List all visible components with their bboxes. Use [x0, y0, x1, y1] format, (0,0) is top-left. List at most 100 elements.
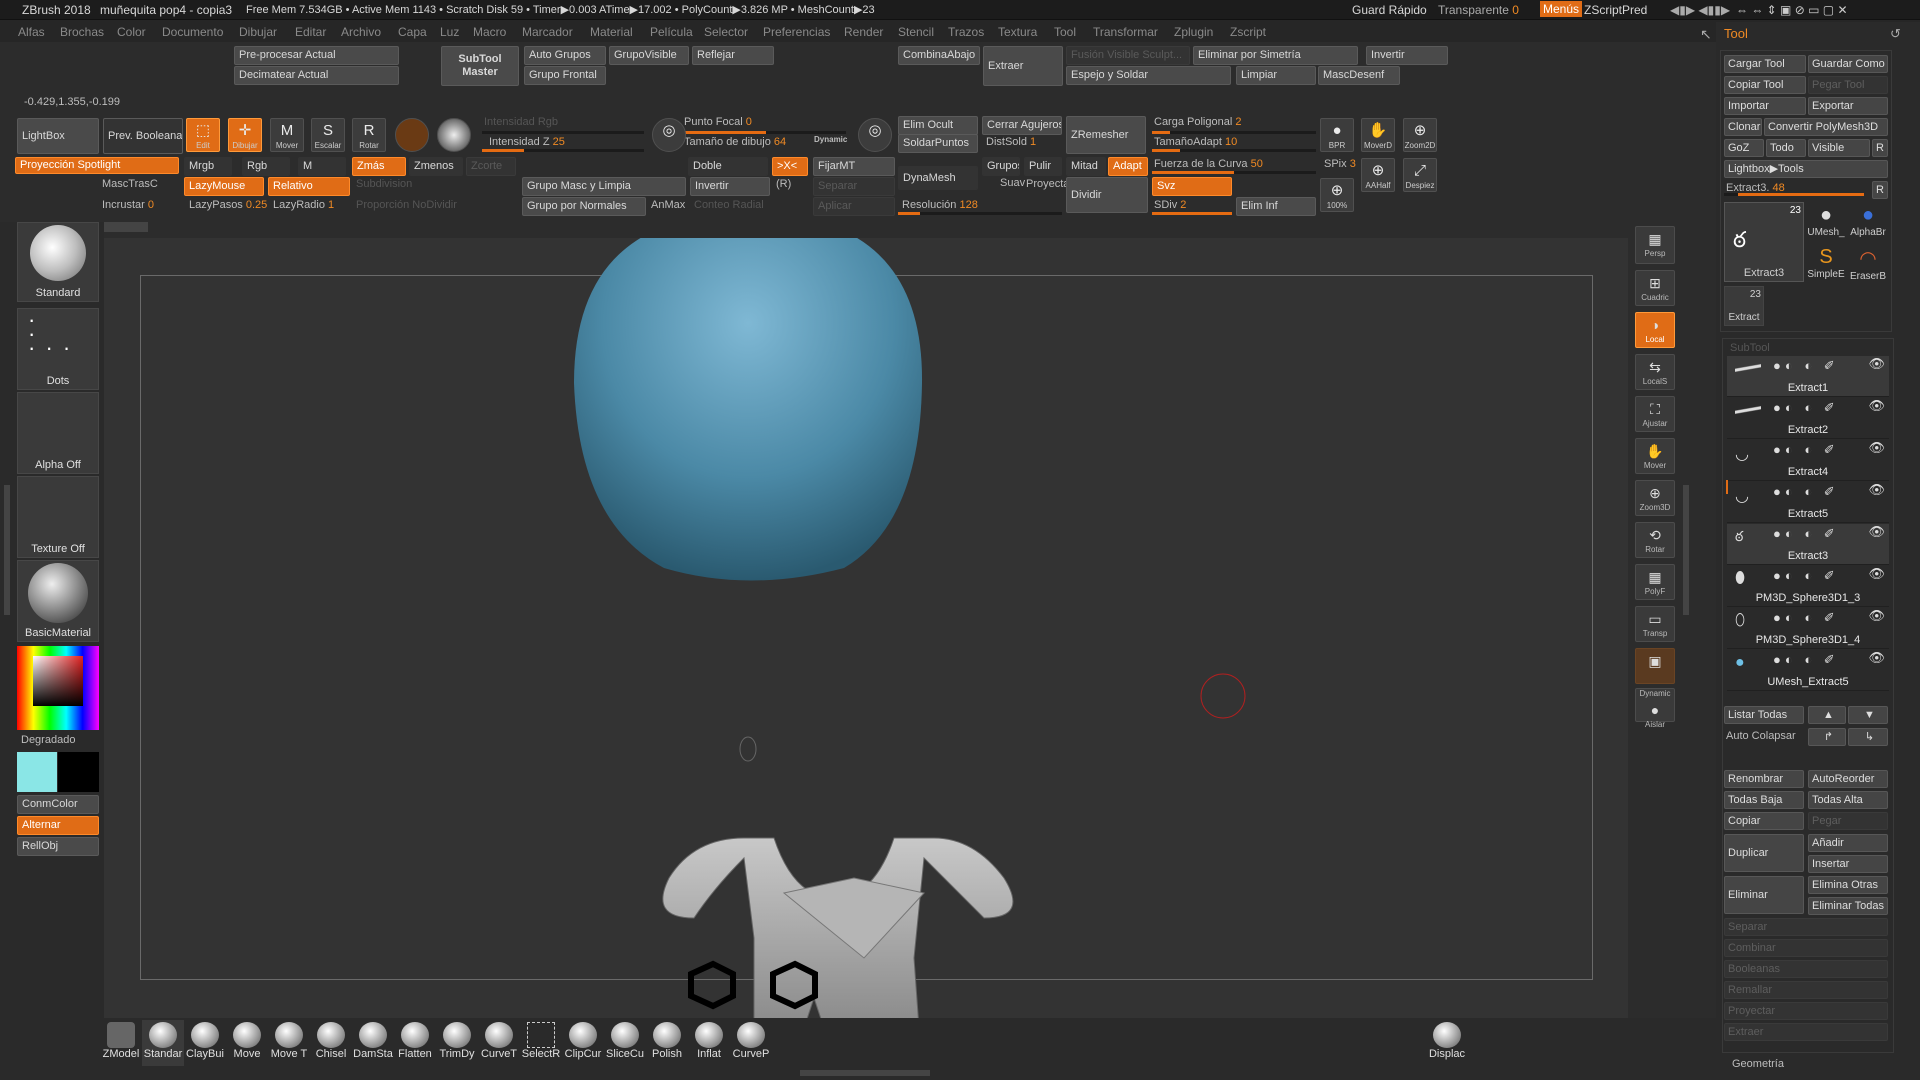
half-toggle[interactable]: Mitad — [1066, 157, 1106, 176]
color-picker-hue[interactable] — [17, 646, 99, 730]
dist-weld-label[interactable]: DistSold 1 — [986, 136, 1036, 148]
insert-button[interactable]: Insertar — [1808, 855, 1888, 873]
rgb-intensity-slider[interactable] — [482, 116, 644, 134]
persp-button[interactable]: ▦ Persp — [1635, 226, 1675, 264]
goz-r-button[interactable]: R — [1872, 139, 1888, 157]
menu-item-document[interactable]: Documento — [162, 25, 223, 39]
lazyradius-label[interactable]: LazyRadio 1 — [273, 199, 334, 211]
subtool-item[interactable]: ◡ ●◐ ◐ ✐ 👁 Extract5 — [1727, 482, 1889, 523]
subtool-master-button[interactable]: SubTool Master — [441, 46, 519, 86]
poly-load-slider[interactable] — [1152, 116, 1316, 134]
menu-item-picker[interactable]: Selector — [704, 25, 748, 39]
local-button[interactable]: ◑ Local — [1635, 312, 1675, 348]
zoom2d-button[interactable]: ⊕ Zoom2D — [1403, 118, 1437, 152]
hide-occluded-button[interactable]: Elim Ocult — [898, 116, 978, 135]
boolean-menu[interactable]: Booleanas — [1724, 960, 1888, 978]
subtool-item[interactable]: ●◐ ◐ ✐ 👁 Extract1 — [1727, 356, 1889, 397]
subtool-toggles[interactable]: ●◐ ◐ ✐ — [1773, 526, 1839, 542]
transparency-button[interactable]: ▭ Transp — [1635, 606, 1675, 642]
brush-chisel[interactable]: Chisel — [310, 1020, 352, 1066]
menus-button[interactable]: Menús — [1540, 1, 1583, 17]
local-symmetry-button[interactable]: ⇆ LocalS — [1635, 354, 1675, 390]
subtool-item[interactable]: ●◐ ◐ ✐ 👁 Extract2 — [1727, 398, 1889, 439]
duplicate-button[interactable]: Duplicar — [1724, 834, 1804, 872]
menu-item-zscript[interactable]: Zscript — [1230, 25, 1266, 39]
menu-item-preferences[interactable]: Preferencias — [763, 25, 830, 39]
subtool-header[interactable]: SubTool — [1730, 342, 1770, 354]
zremesher-button[interactable]: ZRemesher — [1066, 116, 1146, 154]
material-thumbnail[interactable]: BasicMaterial — [17, 560, 99, 642]
tool-thumb-simplebrush[interactable]: S SimpleE — [1806, 246, 1846, 286]
ghost-button[interactable]: ▣ — [1635, 648, 1675, 684]
x-symmetry-toggle[interactable]: >X< — [772, 157, 808, 176]
save-as-button[interactable]: Guardar Como — [1808, 55, 1888, 73]
subtool-toggles[interactable]: ●◐ ◐ ✐ — [1773, 568, 1839, 584]
eye-icon[interactable]: 👁 — [1868, 482, 1885, 498]
subtool-item[interactable]: ◡ ●◐ ◐ ✐ 👁 Extract4 — [1727, 440, 1889, 481]
eye-icon[interactable]: 👁 — [1868, 566, 1885, 582]
menu-item-movie[interactable]: Película — [650, 25, 693, 39]
brush-slicecurve[interactable]: SliceCu — [604, 1020, 646, 1066]
brush-trimdynamic[interactable]: TrimDy — [436, 1020, 478, 1066]
lazymouse-toggle[interactable]: LazyMouse — [184, 177, 264, 196]
import-button[interactable]: Importar — [1724, 97, 1806, 115]
zsub-toggle[interactable]: Zmenos — [409, 157, 463, 176]
adapt-toggle[interactable]: Adapt — [1108, 157, 1148, 176]
left-tray-scroll[interactable] — [4, 485, 10, 615]
auto-reorder-button[interactable]: AutoReorder — [1808, 770, 1888, 788]
project-menu[interactable]: Proyectar — [1724, 1002, 1888, 1020]
pin-icon[interactable]: ↖ — [1700, 26, 1712, 43]
eye-icon[interactable]: 👁 — [1868, 608, 1885, 624]
menu-item-zplugin[interactable]: Zplugin — [1174, 25, 1213, 39]
auto-groups-button[interactable]: Auto Grupos — [524, 46, 606, 65]
fill-object-button[interactable]: RellObj — [17, 837, 99, 856]
menu-item-color[interactable]: Color — [117, 25, 146, 39]
menu-item-tool[interactable]: Tool — [1054, 25, 1076, 39]
scale-mode-button[interactable]: S Escalar — [311, 118, 345, 152]
aahalf-button[interactable]: ⊕ AAHalf — [1361, 158, 1395, 192]
tool-r-button[interactable]: R — [1872, 181, 1888, 199]
brush-move[interactable]: Move — [226, 1020, 268, 1066]
menu-item-light[interactable]: Luz — [440, 25, 459, 39]
clone-button[interactable]: Clonar — [1724, 118, 1762, 136]
brush-clipcurve[interactable]: ClipCur — [562, 1020, 604, 1066]
preprocess-current-button[interactable]: Pre-procesar Actual — [234, 46, 399, 65]
mirror-weld-button[interactable]: Espejo y Soldar — [1066, 66, 1231, 85]
brush-thumbnail[interactable]: Standard — [17, 222, 99, 302]
actual-zoom-button[interactable]: ⊕ 100% — [1320, 178, 1354, 212]
palette-close-icon[interactable]: ↺ — [1890, 26, 1901, 42]
menu-item-brushes[interactable]: Brochas — [60, 25, 104, 39]
edit-mode-button[interactable]: ⬚ Edit — [186, 118, 220, 152]
dynamesh-button[interactable]: DynaMesh — [898, 166, 978, 190]
menu-item-material[interactable]: Material — [590, 25, 633, 39]
brush-inflate[interactable]: Inflat — [688, 1020, 730, 1066]
arrow-up-icon[interactable]: ↱ — [1808, 728, 1846, 746]
rename-button[interactable]: Renombrar — [1724, 770, 1804, 788]
subtool-item-selected[interactable]: ఠ ●◐ ◐ ✐ 👁 Extract3 — [1727, 524, 1889, 565]
double-toggle[interactable]: Doble — [688, 157, 768, 176]
moverd-button[interactable]: ✋ MoverD — [1361, 118, 1395, 152]
subtool-toggles[interactable]: ●◐ ◐ ✐ — [1773, 652, 1839, 668]
goz-button[interactable]: GoZ — [1724, 139, 1764, 157]
weld-points-button[interactable]: SoldarPuntos — [898, 134, 978, 153]
mrgb-toggle[interactable]: Mrgb — [184, 157, 232, 176]
preview-boolean-button[interactable]: Prev. Booleana — [103, 118, 183, 154]
menu-item-stroke[interactable]: Trazos — [948, 25, 984, 39]
eye-icon[interactable]: 👁 — [1868, 524, 1885, 540]
arrow-down-icon[interactable]: ↳ — [1848, 728, 1888, 746]
remesh-menu[interactable]: Remallar — [1724, 981, 1888, 999]
invert-button[interactable]: Invertir — [1366, 46, 1448, 65]
menu-item-stencil[interactable]: Stencil — [898, 25, 934, 39]
subdivision-label[interactable]: Subdivision — [356, 178, 412, 190]
subtool-toggles[interactable]: ●◐ ◐ ✐ — [1773, 442, 1839, 458]
relative-toggle[interactable]: Relativo — [268, 177, 350, 196]
window-controls[interactable]: ⇔ ⇔ ⇕ ▣ ⊘ ▭ ▢ ✕ — [1736, 3, 1848, 17]
reflect-button[interactable]: Reflejar — [692, 46, 774, 65]
material-sphere-icon[interactable] — [395, 118, 429, 152]
curve-strength-slider[interactable] — [1152, 156, 1316, 174]
m-toggle[interactable]: M — [298, 157, 346, 176]
radial-count-label[interactable]: Conteo Radial — [694, 199, 764, 211]
zcut-toggle[interactable]: Zcorte — [466, 157, 516, 176]
group-mask-clean-button[interactable]: Grupo Masc y Limpia — [522, 177, 686, 196]
eye-icon[interactable]: 👁 — [1868, 440, 1885, 456]
